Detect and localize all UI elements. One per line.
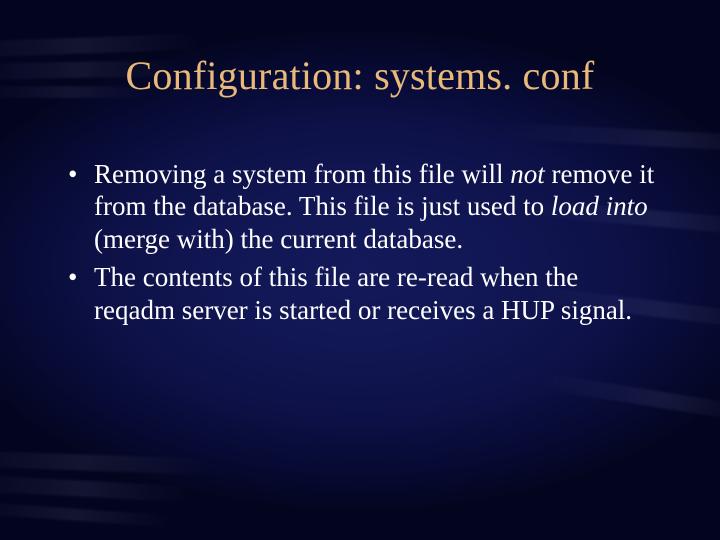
bullet-em: not <box>510 159 545 189</box>
bullet-item: The contents of this file are re-read wh… <box>66 261 660 326</box>
slide-body: Removing a system from this file will no… <box>66 158 660 332</box>
bullet-text: (merge with) the current database. <box>94 224 463 254</box>
bullet-text: The contents of this file are re-read wh… <box>94 262 632 324</box>
bullet-text: Removing a system from this file will <box>94 159 510 189</box>
bullet-list: Removing a system from this file will no… <box>66 158 660 326</box>
slide: Configuration: systems. conf Removing a … <box>0 0 720 540</box>
bullet-item: Removing a system from this file will no… <box>66 158 660 255</box>
bullet-em: load into <box>551 191 648 221</box>
slide-title: Configuration: systems. conf <box>0 52 720 99</box>
